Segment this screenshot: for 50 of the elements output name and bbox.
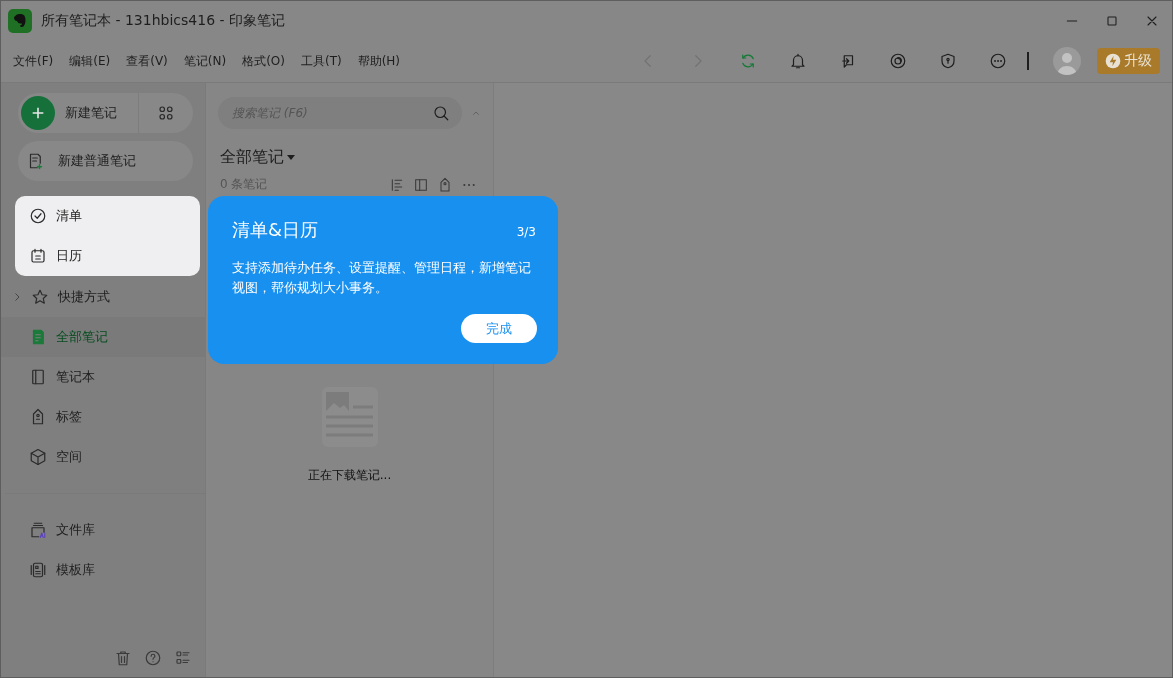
tag-icon[interactable] — [437, 176, 453, 193]
done-button[interactable]: 完成 — [461, 314, 537, 343]
lightning-icon — [1105, 53, 1121, 69]
step-counter: 3/3 — [516, 225, 536, 239]
sidebar-item[interactable]: 空间 — [1, 437, 205, 477]
sync-icon[interactable] — [739, 52, 757, 70]
search-icon[interactable] — [432, 104, 450, 122]
menu-item[interactable]: 笔记(N) — [183, 52, 227, 70]
plus-icon — [30, 105, 46, 121]
list-icon[interactable] — [174, 649, 192, 667]
window-title: 所有笔记本 - 131hbics416 - 印象笔记 — [41, 11, 286, 30]
sidebar-item[interactable]: 快捷方式 — [1, 277, 205, 317]
more-icon[interactable] — [989, 52, 1007, 70]
help-icon[interactable] — [144, 649, 162, 667]
sidebar-item[interactable]: 清单 — [15, 196, 200, 236]
new-plain-note-button[interactable]: 新建普通笔记 — [18, 141, 193, 181]
dropdown-caret-icon[interactable] — [287, 154, 295, 161]
trash-icon[interactable] — [114, 649, 132, 667]
view-icon[interactable] — [413, 176, 429, 193]
template-icon — [29, 561, 47, 579]
sidebar-item[interactable]: 日历 — [15, 236, 200, 276]
grid-icon[interactable] — [157, 104, 175, 122]
loading-status: 正在下载笔记... — [307, 467, 392, 484]
menu-item[interactable]: 编辑(E) — [69, 52, 111, 70]
avatar[interactable] — [1053, 47, 1081, 75]
upgrade-button[interactable]: 升级 — [1097, 48, 1160, 74]
new-note-button[interactable]: 新建笔记 — [18, 93, 139, 133]
list-heading[interactable]: 全部笔记 — [220, 147, 284, 168]
sidebar-item[interactable]: 笔记本 — [1, 357, 205, 397]
cube-icon — [29, 448, 47, 466]
sort-icon[interactable] — [389, 176, 405, 193]
bell-icon[interactable] — [789, 52, 807, 70]
menu-item[interactable]: 格式(O) — [242, 52, 285, 70]
shield-icon[interactable] — [939, 52, 957, 70]
star-icon — [31, 288, 49, 306]
menu-item[interactable]: 工具(T) — [300, 52, 342, 70]
notebook-icon — [29, 368, 47, 386]
sidebar-item[interactable]: 全部笔记 — [1, 317, 205, 357]
sidebar-item[interactable]: 文件库 — [1, 510, 205, 550]
guide-text: 支持添加待办任务、设置提醒、管理日程，新增笔记视图，帮你规划大小事务。 — [232, 259, 532, 297]
guide-title: 清单&日历 — [232, 218, 320, 242]
app-logo-icon — [8, 8, 32, 33]
menu-item[interactable]: 查看(V) — [126, 52, 168, 70]
calendar-icon — [29, 247, 47, 265]
sidebar-item[interactable]: 标签 — [1, 397, 205, 437]
sidebar-item[interactable]: 模板库 — [1, 550, 205, 590]
check-circle-icon — [29, 207, 47, 225]
menu-item[interactable]: 文件(F) — [13, 52, 54, 70]
target-icon[interactable] — [889, 52, 907, 70]
menu-item[interactable]: 帮助(H) — [357, 52, 401, 70]
